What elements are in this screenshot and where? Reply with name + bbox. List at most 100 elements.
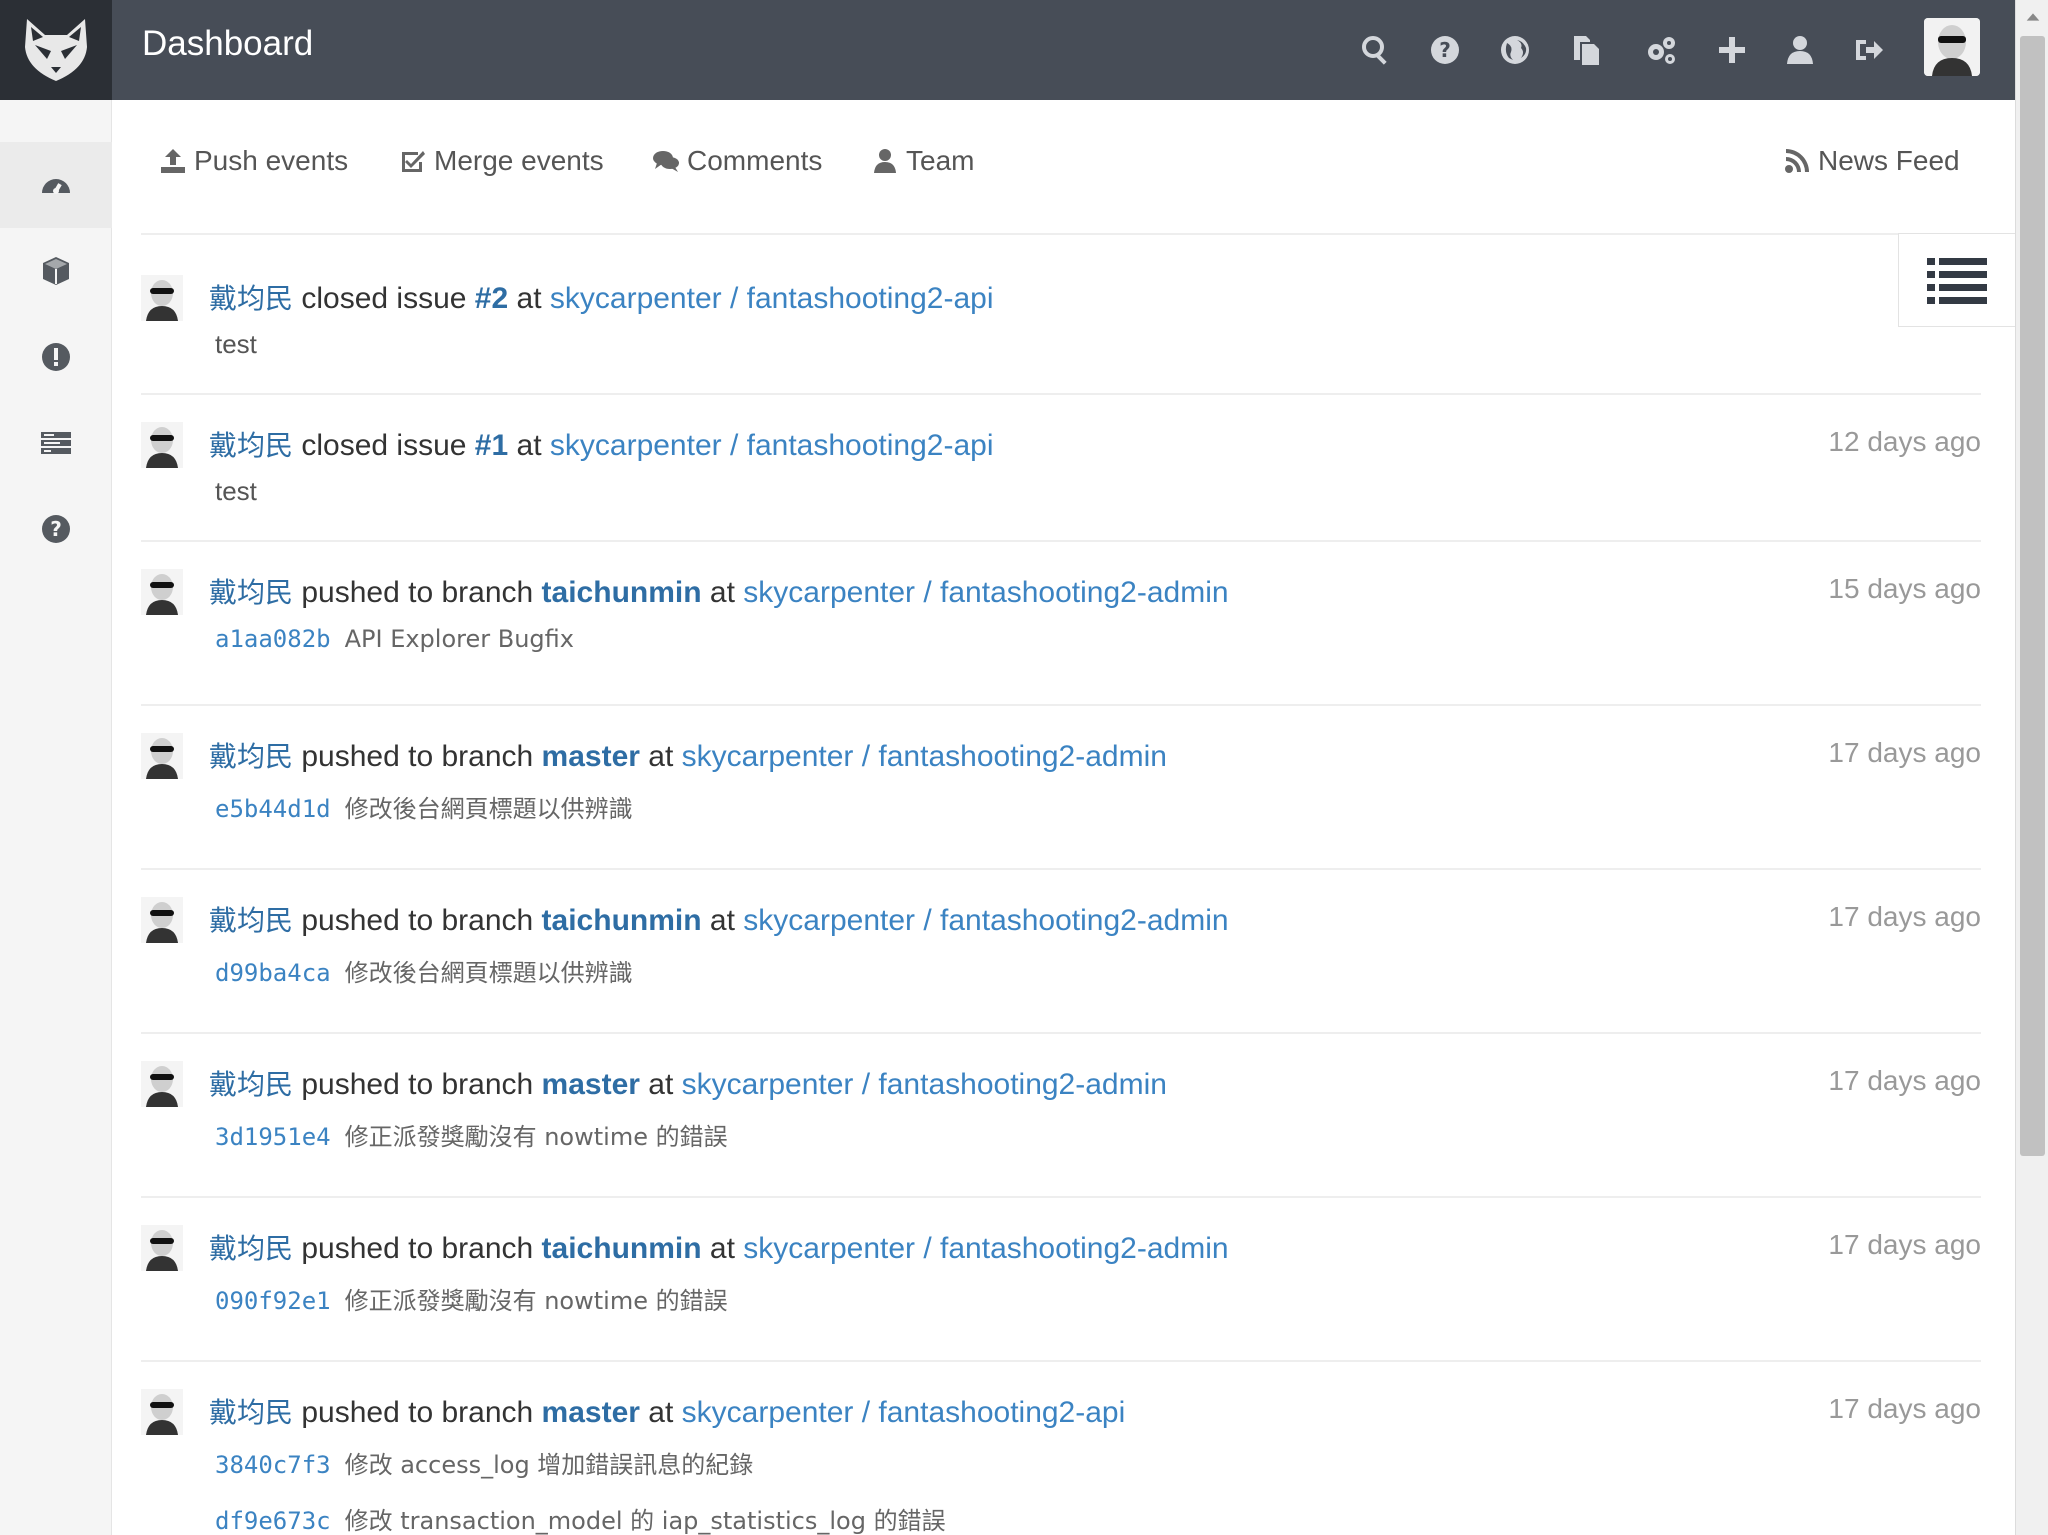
- author-avatar[interactable]: [141, 733, 183, 779]
- upload-icon: [161, 149, 185, 173]
- sidebar-item-issues[interactable]: [0, 314, 112, 400]
- commit-sha-link[interactable]: 090f92e1: [215, 1287, 331, 1315]
- project-link[interactable]: skycarpenter / fantashooting2-admin: [682, 740, 1167, 773]
- divider: [141, 1196, 1981, 1198]
- event-title: 戴均民 closed issue #1 at skycarpenter / fa…: [209, 424, 994, 464]
- tab-label: Push events: [194, 145, 349, 176]
- admin-gears-icon[interactable]: [1641, 30, 1681, 70]
- event-at: at: [648, 1068, 674, 1101]
- author-avatar[interactable]: [141, 422, 183, 468]
- issue-link[interactable]: #2: [475, 282, 508, 315]
- branch-link[interactable]: taichunmin: [542, 904, 702, 937]
- branch-link[interactable]: master: [542, 740, 640, 773]
- author-avatar[interactable]: [141, 569, 183, 615]
- author-avatar[interactable]: [141, 1061, 183, 1107]
- scrollbar-thumb[interactable]: [2020, 36, 2045, 1156]
- commit-sha-link[interactable]: df9e673c: [215, 1507, 331, 1535]
- commit-message: 修正派發獎勵沒有 nowtime 的錯誤: [344, 1123, 728, 1151]
- commit-message: 修改 transaction_model 的 iap_statistics_lo…: [344, 1507, 946, 1535]
- project-link[interactable]: skycarpenter / fantashooting2-api: [550, 429, 994, 462]
- user-avatar[interactable]: [1924, 18, 1980, 76]
- globe-icon[interactable]: [1495, 30, 1535, 70]
- sidebar-item-projects[interactable]: [0, 228, 112, 314]
- sidebar-item-dashboard[interactable]: [0, 142, 112, 228]
- plus-icon[interactable]: [1712, 30, 1752, 70]
- commit-sha-link[interactable]: e5b44d1d: [215, 795, 331, 823]
- author-avatar[interactable]: [141, 1389, 183, 1435]
- commit-sha-link[interactable]: 3d1951e4: [215, 1123, 331, 1151]
- author-link[interactable]: 戴均民: [209, 429, 293, 462]
- author-link[interactable]: 戴均民: [209, 1232, 293, 1265]
- copy-icon[interactable]: [1566, 30, 1606, 70]
- scroll-up-arrow-icon[interactable]: [2016, 0, 2048, 33]
- project-link[interactable]: skycarpenter / fantashooting2-api: [682, 1396, 1126, 1429]
- tab-label: Merge events: [434, 145, 604, 176]
- divider: [141, 868, 1981, 870]
- search-icon[interactable]: [1356, 30, 1396, 70]
- tab-team[interactable]: Team: [872, 145, 974, 177]
- author-link[interactable]: 戴均民: [209, 576, 293, 609]
- commit-message: 修改後台網頁標題以供辨識: [344, 959, 633, 987]
- event-at: at: [709, 1232, 735, 1265]
- author-link[interactable]: 戴均民: [209, 740, 293, 773]
- tab-label: Team: [906, 145, 975, 176]
- branch-link[interactable]: taichunmin: [542, 576, 702, 609]
- divider: [141, 704, 1981, 706]
- author-avatar[interactable]: [141, 1225, 183, 1271]
- event-time: 17 days ago: [1828, 1229, 1981, 1260]
- rss-icon: [1785, 149, 1809, 173]
- tab-comments[interactable]: Comments: [653, 145, 822, 177]
- project-link[interactable]: skycarpenter / fantashooting2-admin: [743, 904, 1228, 937]
- sidebar-item-merge-requests[interactable]: [0, 400, 112, 486]
- commit-line: e5b44d1d 修改後台網頁標題以供辨識: [215, 789, 633, 824]
- commit-sha-link[interactable]: d99ba4ca: [215, 959, 331, 987]
- author-link[interactable]: 戴均民: [209, 1068, 293, 1101]
- branch-link[interactable]: taichunmin: [542, 1232, 702, 1265]
- event-action: pushed to branch: [301, 904, 534, 937]
- vertical-scrollbar[interactable]: [2015, 0, 2048, 1535]
- sidebar: ?: [0, 100, 112, 1535]
- tab-label: News Feed: [1818, 145, 1960, 176]
- project-link[interactable]: skycarpenter / fantashooting2-admin: [743, 576, 1228, 609]
- commit-sha-link[interactable]: a1aa082b: [215, 625, 331, 653]
- project-link[interactable]: skycarpenter / fantashooting2-admin: [743, 1232, 1228, 1265]
- event-item: 戴均民 pushed to branch taichunmin at skyca…: [141, 1225, 1981, 1345]
- tab-merge-events[interactable]: Merge events: [400, 145, 604, 177]
- author-link[interactable]: 戴均民: [209, 282, 293, 315]
- sidebar-item-help[interactable]: ?: [0, 486, 112, 572]
- project-link[interactable]: skycarpenter / fantashooting2-api: [550, 282, 994, 315]
- branch-link[interactable]: master: [542, 1068, 640, 1101]
- list-view-button[interactable]: [1898, 233, 2015, 327]
- commit-line: d99ba4ca 修改後台網頁標題以供辨識: [215, 953, 633, 988]
- commit-line: 090f92e1 修正派發獎勵沒有 nowtime 的錯誤: [215, 1281, 728, 1316]
- author-link[interactable]: 戴均民: [209, 1396, 293, 1429]
- author-link[interactable]: 戴均民: [209, 904, 293, 937]
- event-at: at: [709, 576, 735, 609]
- issue-link[interactable]: #1: [475, 429, 508, 462]
- help-icon[interactable]: ?: [1425, 30, 1465, 70]
- user-icon[interactable]: [1780, 30, 1820, 70]
- author-avatar[interactable]: [141, 275, 183, 321]
- tab-push-events[interactable]: Push events: [160, 145, 348, 177]
- event-title: 戴均民 pushed to branch master at skycarpen…: [209, 735, 1167, 775]
- commit-message: 修正派發獎勵沒有 nowtime 的錯誤: [344, 1287, 728, 1315]
- event-body: test: [215, 329, 257, 359]
- commit-line: a1aa082b API Explorer Bugfix: [215, 625, 574, 654]
- branch-link[interactable]: master: [542, 1396, 640, 1429]
- author-avatar[interactable]: [141, 897, 183, 943]
- event-item: 戴均民 closed issue #1 at skycarpenter / fa…: [141, 422, 1981, 542]
- divider: [141, 540, 1981, 542]
- event-at: at: [516, 429, 542, 462]
- sign-out-icon[interactable]: [1848, 30, 1888, 70]
- commit-message: API Explorer Bugfix: [344, 625, 574, 653]
- event-title: 戴均民 pushed to branch master at skycarpen…: [209, 1391, 1125, 1431]
- gitlab-logo[interactable]: [0, 0, 112, 100]
- commit-line: df9e673c 修改 transaction_model 的 iap_stati…: [215, 1501, 946, 1535]
- event-title: 戴均民 pushed to branch taichunmin at skyca…: [209, 571, 1229, 611]
- news-feed-link[interactable]: News Feed: [1784, 145, 1960, 177]
- exclamation-circle-icon: [42, 343, 70, 371]
- project-link[interactable]: skycarpenter / fantashooting2-admin: [682, 1068, 1167, 1101]
- event-time: 17 days ago: [1828, 901, 1981, 932]
- event-action: closed issue: [301, 282, 467, 315]
- commit-sha-link[interactable]: 3840c7f3: [215, 1451, 331, 1479]
